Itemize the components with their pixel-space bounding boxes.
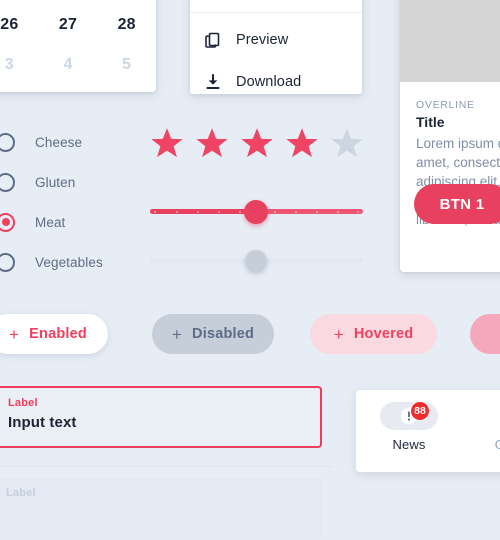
chip-label: Enabled xyxy=(29,326,87,342)
nav-badge-count: 88 xyxy=(410,401,430,421)
radio-option-gluten[interactable]: Gluten xyxy=(0,162,146,202)
star-rating[interactable] xyxy=(150,126,364,160)
nav-item-news[interactable]: 88 News xyxy=(370,401,448,452)
radio-icon xyxy=(0,132,15,152)
calendar-day-cell[interactable]: 26 xyxy=(0,16,39,34)
calendar-next-week-row: 3 4 5 xyxy=(0,56,156,74)
text-field-focused[interactable]: Label Input text xyxy=(0,386,322,448)
radio-label: Meat xyxy=(35,214,66,230)
media-card-image xyxy=(400,0,500,82)
context-menu: Preview Download xyxy=(190,0,362,94)
slider-thumb xyxy=(244,249,267,272)
calendar-day-cell-muted[interactable]: 3 xyxy=(0,56,39,74)
media-card-primary-button[interactable]: BTN 1 xyxy=(414,184,500,224)
menu-item-label: Preview xyxy=(236,32,289,48)
download-icon xyxy=(190,72,236,92)
nav-item-label: Glo xyxy=(494,437,500,452)
menu-divider xyxy=(190,12,362,13)
radio-icon xyxy=(0,172,15,192)
star-icon-empty[interactable] xyxy=(330,126,364,160)
star-icon-filled[interactable] xyxy=(285,126,319,160)
text-field-value[interactable]: Input text xyxy=(8,414,77,431)
calendar-day-cell[interactable]: 28 xyxy=(97,16,156,34)
chip-label: Disabled xyxy=(192,326,255,342)
text-field-resting[interactable]: Label xyxy=(0,478,322,540)
slider-disabled xyxy=(150,246,363,276)
menu-item-download[interactable]: Download xyxy=(190,62,362,102)
nav-item-pill xyxy=(476,402,500,430)
chip-label: Hovered xyxy=(353,326,414,342)
media-card-overline: OVERLINE xyxy=(416,99,475,111)
screen-canvas: 26 27 28 3 4 5 Preview Download OVERLINE… xyxy=(0,0,500,540)
radio-group: Cheese Gluten Meat Vegetables xyxy=(0,122,146,282)
calendar-day-cell-muted[interactable]: 4 xyxy=(39,56,98,74)
radio-option-vegetables[interactable]: Vegetables xyxy=(0,242,146,282)
star-icon-filled[interactable] xyxy=(240,126,274,160)
media-card-title: Title xyxy=(416,114,445,130)
radio-icon xyxy=(0,252,15,272)
menu-item-label: Download xyxy=(236,74,302,90)
star-icon-filled[interactable] xyxy=(195,126,229,160)
nav-item-active-pill: 88 xyxy=(380,401,438,430)
chip-enabled[interactable]: + Enabled xyxy=(0,314,108,354)
calendar-day-cell[interactable]: 27 xyxy=(39,16,98,34)
slider-thumb[interactable] xyxy=(243,199,268,224)
nav-item-label: News xyxy=(392,437,426,452)
calendar-current-week-row: 26 27 28 xyxy=(0,16,156,34)
radio-icon-checked xyxy=(0,212,15,232)
star-icon-filled[interactable] xyxy=(150,126,184,160)
radio-option-meat[interactable]: Meat xyxy=(0,202,146,242)
text-field-label: Label xyxy=(6,487,36,499)
calendar-day-cell-muted[interactable]: 5 xyxy=(97,56,156,74)
text-field-label: Label xyxy=(8,397,38,409)
calendar-card: 26 27 28 3 4 5 xyxy=(0,0,156,92)
bottom-navigation-bar: 88 News Glo xyxy=(356,390,500,472)
plus-icon: + xyxy=(171,324,183,344)
plus-icon: + xyxy=(333,324,344,344)
media-card: OVERLINE Title Lorem ipsum dolor sit ame… xyxy=(400,0,500,272)
section-divider xyxy=(0,466,332,467)
plus-icon: + xyxy=(9,324,20,344)
radio-label: Gluten xyxy=(35,174,76,190)
copy-icon xyxy=(190,30,236,50)
bookmark-icon xyxy=(495,406,500,426)
nav-item-globe[interactable]: Glo xyxy=(466,402,500,452)
menu-item-preview[interactable]: Preview xyxy=(190,20,362,60)
chip-pressed[interactable]: + xyxy=(470,314,500,354)
radio-option-cheese[interactable]: Cheese xyxy=(0,122,146,162)
slider-enabled[interactable] xyxy=(150,197,363,227)
chip-disabled: + Disabled xyxy=(152,314,274,354)
radio-label: Cheese xyxy=(35,134,83,150)
chip-hovered[interactable]: + Hovered xyxy=(310,314,437,354)
radio-label: Vegetables xyxy=(35,254,103,270)
